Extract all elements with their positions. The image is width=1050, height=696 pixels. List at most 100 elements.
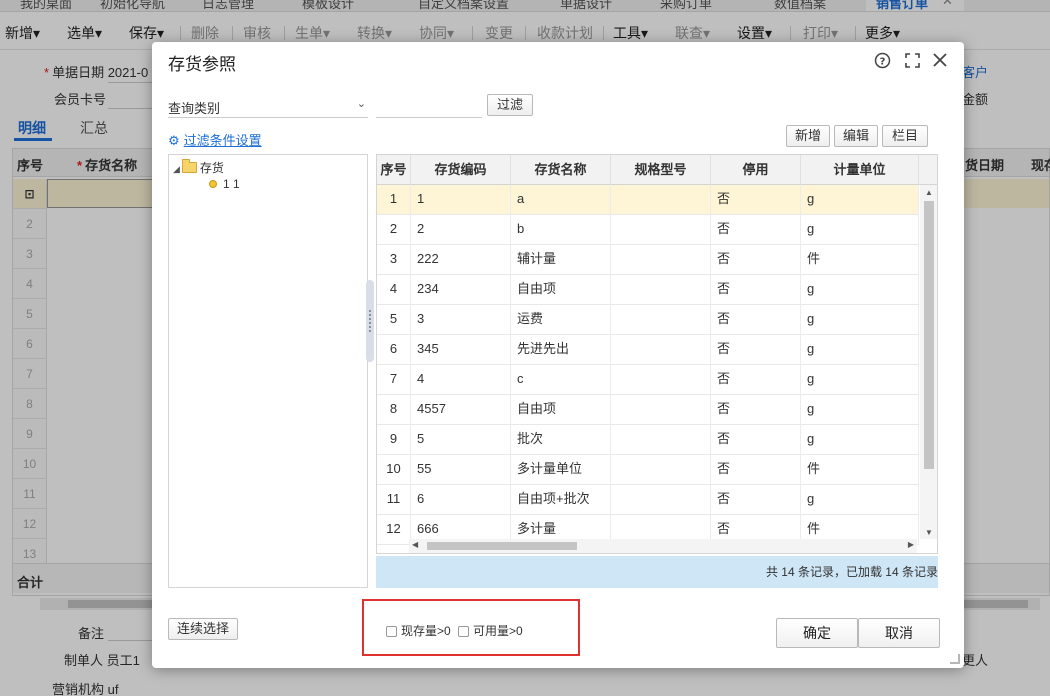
collapse-icon: ◢ [173,164,180,174]
table-cell: 自由项 [511,275,611,305]
inventory-reference-dialog: 存货参照 ? 查询类别 ⌄ 过滤 ⚙ 过滤条件设置 新增 编辑 栏目 ◢ 存货 1 … [152,42,964,668]
table-row[interactable]: 3 222 辅计量 否件 [377,245,919,275]
gear-icon: ⚙ [168,133,180,148]
add-button[interactable]: 新增 [786,125,830,147]
table-cell: 多计量单位 [511,455,611,485]
table-cell [611,365,711,395]
table-cell: 否 [711,215,801,245]
table-row[interactable]: 9 5 批次 否 g [377,425,919,455]
table-cell: 1 [411,185,511,215]
table-cell: g [801,425,919,455]
table-cell: 8 [377,395,411,425]
table-hscrollbar[interactable]: ◀ ▶ [409,539,917,553]
table-cell: 辅计量 [511,245,611,275]
table-cell: 否 [711,185,801,215]
filter-button[interactable]: 过滤 [487,94,533,116]
table-cell: 3 [411,305,511,335]
table-cell [611,455,711,485]
table-cell: 234 [411,275,511,305]
table-cell: 否 [711,455,801,485]
table-cell: a [511,185,611,215]
table-row[interactable]: 8 4557 自由项 否 g [377,395,919,425]
table-cell: 5 [377,305,411,335]
table-cell [611,305,711,335]
table-row[interactable]: 10 55 多计量单位 否件 [377,455,919,485]
table-cell: 否 [711,365,801,395]
query-category-select[interactable]: 查询类别 ⌄ [168,94,368,118]
filter-settings-link[interactable]: ⚙ 过滤条件设置 [168,130,262,149]
table-row[interactable]: 5 3 运费 否 g [377,305,919,335]
svg-text:?: ? [879,56,885,67]
table-cell: 4557 [411,395,511,425]
col-seq[interactable]: 序号 [377,155,411,185]
table-cell: 先进先出 [511,335,611,365]
table-cell: 5 [411,425,511,455]
columns-button[interactable]: 栏目 [882,125,928,147]
help-icon[interactable]: ? [872,50,892,70]
table-cell: 55 [411,455,511,485]
confirm-button[interactable]: 确定 [776,618,858,648]
col-spec[interactable]: 规格型号 [611,155,711,185]
table-cell: 件 [801,455,919,485]
table-cell [611,485,711,515]
table-cell: 9 [377,425,411,455]
table-cell: 222 [411,245,511,275]
table-cell: 否 [711,335,801,365]
table-cell: 11 [377,485,411,515]
table-cell: 2 [377,215,411,245]
col-code[interactable]: 存货编码 [411,155,511,185]
table-cell: 4 [377,275,411,305]
table-cell: g [801,365,919,395]
tree-node-child[interactable]: 1 1 [209,177,240,191]
resize-handle-icon[interactable] [950,654,960,664]
col-unit[interactable]: 计量单位 [801,155,919,185]
table-cell: 件 [801,245,919,275]
available-checkbox[interactable]: 可用量>0 [458,622,523,639]
table-cell: g [801,275,919,305]
maximize-icon[interactable] [902,50,922,70]
table-cell: 6 [377,335,411,365]
folder-icon [181,159,197,173]
table-cell: 2 [411,215,511,245]
table-cell: 否 [711,245,801,275]
table-row[interactable]: 74c 否g [377,365,919,395]
table-row[interactable]: 6 345 先进先出 否 g [377,335,919,365]
table-vscrollbar[interactable]: ▲ ▼ [920,185,937,539]
table-row[interactable]: 22b否g [377,215,919,245]
tree-node-root[interactable]: ◢ 存货 [173,159,224,176]
filter-input[interactable] [376,94,482,118]
chevron-down-icon: ⌄ [356,98,366,110]
table-cell: 10 [377,455,411,485]
table-cell: g [801,305,919,335]
table-cell: g [801,185,919,215]
category-tree: ◢ 存货 1 1 [168,154,368,588]
pane-splitter[interactable] [366,280,374,362]
table-row[interactable]: 11a否g [377,185,919,215]
table-cell: 批次 [511,425,611,455]
table-row[interactable]: 11 6 自由项+批次 否 g [377,485,919,515]
table-cell: g [801,395,919,425]
dialog-title: 存货参照 [168,55,236,74]
table-cell [611,425,711,455]
table-cell: 12 [377,515,411,545]
table-cell: g [801,335,919,365]
table-cell [611,245,711,275]
col-name[interactable]: 存货名称 [511,155,611,185]
col-disabled[interactable]: 停用 [711,155,801,185]
table-cell: 否 [711,485,801,515]
table-cell [611,215,711,245]
cancel-button[interactable]: 取消 [858,618,940,648]
table-cell [611,395,711,425]
table-cell [611,275,711,305]
stock-checkbox[interactable]: 现存量>0 [386,622,451,639]
edit-button[interactable]: 编辑 [834,125,878,147]
record-status: 共 14 条记录，已加载 14 条记录 [376,556,938,588]
table-row[interactable]: 4 234 自由项 否 g [377,275,919,305]
table-cell: 否 [711,275,801,305]
leaf-dot-icon [209,180,217,188]
table-cell [611,185,711,215]
close-icon[interactable] [930,50,950,70]
table-cell: g [801,215,919,245]
continuous-select-button[interactable]: 连续选择 [168,618,238,640]
table-cell: 3 [377,245,411,275]
